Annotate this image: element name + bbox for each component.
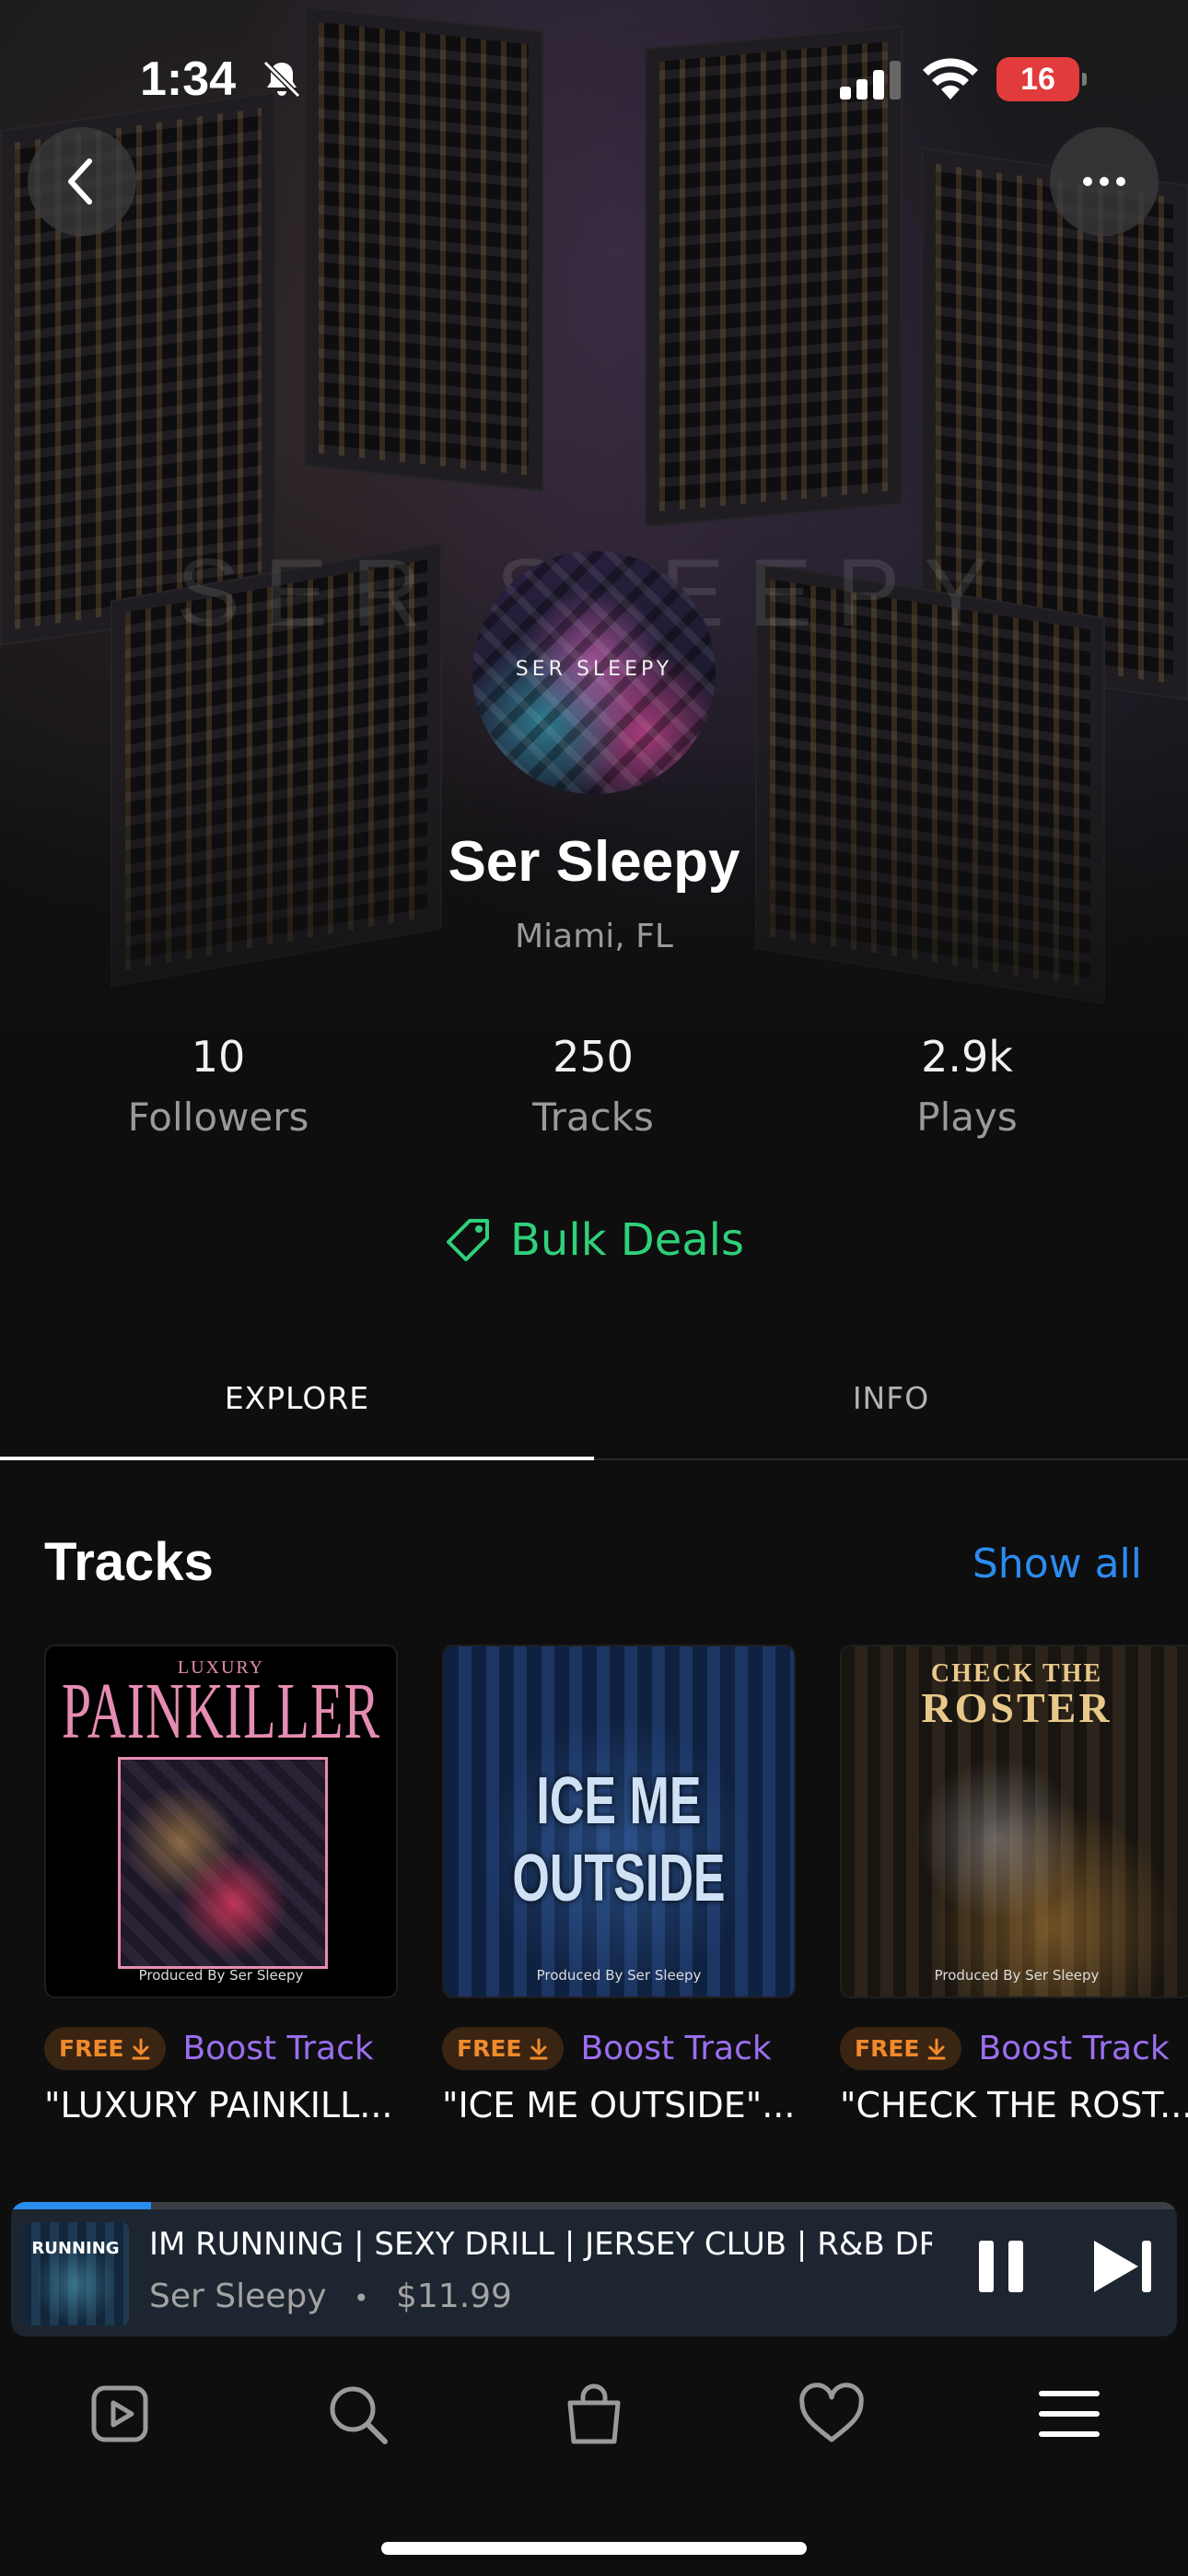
- cover-credit: Produced By Ser Sleepy: [934, 1967, 1100, 1984]
- boost-track-link[interactable]: Boost Track: [182, 2030, 373, 2067]
- home-indicator[interactable]: [381, 2542, 807, 2555]
- mini-player[interactable]: RUNNING IM RUNNING | SEXY DRILL | JERSEY…: [11, 2202, 1177, 2336]
- cover-text: PAINKILLER: [61, 1665, 381, 1756]
- free-download-badge[interactable]: FREE: [840, 2027, 962, 2070]
- battery-indicator: 16: [996, 57, 1087, 101]
- track-card[interactable]: ICE ME OUTSIDE Produced By Ser Sleepy FR…: [442, 1645, 796, 2125]
- track-card[interactable]: CHECK THE ROSTER Produced By Ser Sleepy …: [840, 1645, 1188, 2125]
- back-chevron-icon: [68, 158, 92, 205]
- play-square-icon[interactable]: [85, 2379, 155, 2449]
- tab-info[interactable]: INFO: [594, 1380, 1188, 1416]
- profile-tabs: EXPLORE INFO: [0, 1354, 1188, 1460]
- pause-icon[interactable]: [973, 2237, 1029, 2296]
- boost-track-link[interactable]: Boost Track: [978, 2030, 1169, 2067]
- cellular-signal-icon: [840, 61, 901, 100]
- stat-value: 2.9k: [921, 1032, 1013, 1082]
- now-playing-subtitle: Ser Sleepy • $11.99: [149, 2277, 512, 2315]
- stat-tracks[interactable]: 250 Tracks: [437, 1032, 750, 1140]
- free-download-badge[interactable]: FREE: [44, 2027, 167, 2070]
- now-playing-price: $11.99: [395, 2277, 512, 2315]
- track-meta: FREE Boost Track: [840, 2027, 1170, 2070]
- track-title[interactable]: "LUXURY PAINKILL...: [44, 2085, 413, 2125]
- playback-progress-fill: [11, 2202, 151, 2209]
- search-icon[interactable]: [322, 2379, 392, 2449]
- active-tab-indicator: [0, 1457, 594, 1460]
- cover-art-image: [118, 1757, 328, 1969]
- menu-icon[interactable]: [1034, 2379, 1104, 2449]
- tab-explore[interactable]: EXPLORE: [0, 1380, 594, 1416]
- now-playing-artwork[interactable]: RUNNING: [22, 2222, 129, 2325]
- status-time: 1:34: [140, 53, 237, 106]
- bell-muted-icon: [262, 60, 301, 99]
- artist-profile-page: SER SLEEPY 1:34 16 SER SLEEPY Ser Sleepy…: [0, 0, 1188, 2576]
- artist-location: Miami, FL: [515, 918, 673, 955]
- stat-label: Plays: [916, 1095, 1018, 1140]
- bulk-deals-label: Bulk Deals: [510, 1214, 744, 1266]
- separator-dot: •: [354, 2283, 369, 2313]
- back-button[interactable]: [28, 127, 136, 236]
- track-card[interactable]: LUXURY PAINKILLER Produced By Ser Sleepy…: [44, 1645, 398, 2125]
- track-meta: FREE Boost Track: [442, 2027, 772, 2070]
- stat-value: 10: [191, 1032, 246, 1082]
- now-playing-title[interactable]: IM RUNNING | SEXY DRILL | JERSEY CLUB | …: [149, 2226, 932, 2263]
- show-all-link[interactable]: Show all: [973, 1540, 1142, 1587]
- cover-text: ROSTER: [921, 1684, 1112, 1731]
- track-title[interactable]: "ICE ME OUTSIDE"...: [442, 2085, 810, 2125]
- artist-stats: 10 Followers 250 Tracks 2.9k Plays: [0, 1032, 1188, 1152]
- stat-plays: 2.9k Plays: [810, 1032, 1124, 1140]
- free-label: FREE: [457, 2035, 522, 2062]
- stat-label: Followers: [127, 1095, 309, 1140]
- download-arrow-icon: [530, 2038, 548, 2059]
- playback-progress-bar[interactable]: [11, 2202, 1177, 2209]
- wifi-icon: [923, 58, 978, 100]
- track-cover[interactable]: ICE ME OUTSIDE Produced By Ser Sleepy: [442, 1645, 796, 1998]
- skip-next-icon[interactable]: [1090, 2237, 1155, 2296]
- cover-credit: Produced By Ser Sleepy: [536, 1967, 702, 1984]
- artist-avatar: SER SLEEPY: [472, 551, 716, 794]
- more-dots-icon: [1083, 177, 1125, 186]
- bulk-deals-button[interactable]: Bulk Deals: [0, 1214, 1188, 1266]
- free-label: FREE: [59, 2035, 124, 2062]
- stat-value: 250: [553, 1032, 634, 1082]
- cover-credit: Produced By Ser Sleepy: [138, 1967, 304, 1984]
- status-bar: 1:34 16: [0, 0, 1188, 138]
- track-title[interactable]: "CHECK THE ROST...: [840, 2085, 1188, 2125]
- now-playing-artist: Ser Sleepy: [149, 2277, 327, 2315]
- heart-icon[interactable]: [797, 2379, 867, 2449]
- stat-followers[interactable]: 10 Followers: [62, 1032, 375, 1140]
- tracks-carousel[interactable]: LUXURY PAINKILLER Produced By Ser Sleepy…: [44, 1645, 1188, 2142]
- more-options-button[interactable]: [1050, 127, 1159, 236]
- stat-label: Tracks: [532, 1095, 654, 1140]
- artist-name: Ser Sleepy: [448, 830, 740, 894]
- tag-icon: [447, 1219, 489, 1261]
- artwork-text: RUNNING: [31, 2239, 120, 2258]
- track-cover[interactable]: CHECK THE ROSTER Produced By Ser Sleepy: [840, 1645, 1188, 1998]
- track-cover[interactable]: LUXURY PAINKILLER Produced By Ser Sleepy: [44, 1645, 398, 1998]
- free-download-badge[interactable]: FREE: [442, 2027, 565, 2070]
- cover-text: ICE ME OUTSIDE: [512, 1763, 726, 1916]
- boost-track-link[interactable]: Boost Track: [580, 2030, 771, 2067]
- avatar-logo-text: SER SLEEPY: [515, 658, 673, 681]
- download-arrow-icon: [132, 2038, 150, 2059]
- tracks-section-title: Tracks: [44, 1532, 214, 1592]
- bottom-navigation: [0, 2359, 1188, 2469]
- download-arrow-icon: [927, 2038, 946, 2059]
- track-meta: FREE Boost Track: [44, 2027, 374, 2070]
- shopping-bag-icon[interactable]: [559, 2379, 629, 2449]
- free-label: FREE: [855, 2035, 920, 2062]
